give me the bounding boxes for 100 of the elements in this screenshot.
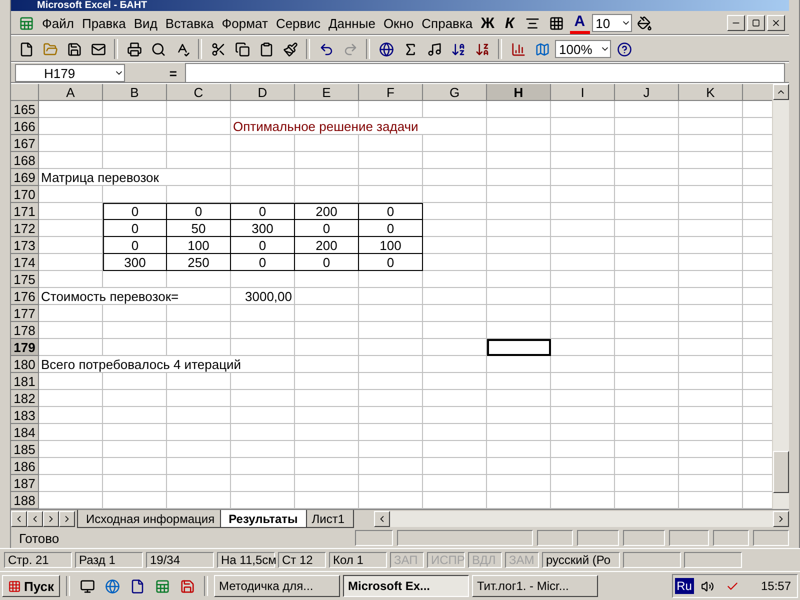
grid-cell[interactable] [295,407,359,424]
grid-cell[interactable] [39,101,103,118]
grid-cell[interactable] [39,475,103,492]
grid-cell[interactable] [295,475,359,492]
row-header[interactable]: 181 [11,373,39,390]
row-header[interactable]: 173 [11,237,39,254]
grid-cell[interactable] [359,424,423,441]
grid-cell[interactable] [103,101,167,118]
grid-cell[interactable] [39,152,103,169]
grid-cell[interactable] [103,339,167,356]
grid-cell[interactable] [615,254,679,271]
grid-cell[interactable] [679,424,743,441]
grid-cell[interactable] [423,135,487,152]
grid-cell[interactable] [295,322,359,339]
grid-cell[interactable] [231,458,295,475]
grid-cell[interactable] [359,271,423,288]
grid-cell[interactable] [167,373,231,390]
row-header[interactable]: 165 [11,101,39,118]
row-header[interactable]: 186 [11,458,39,475]
grid-cell[interactable] [295,390,359,407]
grid-cell[interactable] [615,169,679,186]
grid-cell[interactable] [487,458,551,475]
grid-cell[interactable] [679,169,743,186]
grid-cell[interactable] [487,186,551,203]
grid-cell[interactable] [487,424,551,441]
grid-cell[interactable] [551,407,615,424]
grid-cell[interactable] [679,288,743,305]
row-header[interactable]: 175 [11,271,39,288]
grid-cell[interactable] [615,475,679,492]
grid-cell[interactable] [551,118,615,135]
grid-cell[interactable] [423,271,487,288]
grid-cell[interactable] [551,186,615,203]
grid-cell[interactable] [39,186,103,203]
grid-cell[interactable] [39,492,103,509]
grid-cell[interactable] [423,356,487,373]
grid-cell[interactable] [103,135,167,152]
grid-cell[interactable] [551,322,615,339]
grid-cell[interactable] [103,407,167,424]
grid-cell[interactable] [615,441,679,458]
grid-cell[interactable] [615,186,679,203]
column-header[interactable]: C [167,84,231,101]
close-button[interactable] [767,15,785,31]
menu-item[interactable]: Вставка [162,14,217,32]
grid-cell[interactable] [423,322,487,339]
grid-cell[interactable] [39,271,103,288]
column-header[interactable]: J [615,84,679,101]
grid-cell[interactable] [423,152,487,169]
grid-cell[interactable] [487,305,551,322]
row-header[interactable]: 180 [11,356,39,373]
grid-cell[interactable] [231,373,295,390]
scroll-left-button[interactable] [374,511,390,527]
grid-cell[interactable] [167,407,231,424]
grid-cell[interactable] [615,271,679,288]
grid-cell[interactable] [679,390,743,407]
grid-cell[interactable] [231,152,295,169]
grid-cell[interactable] [487,373,551,390]
grid-cell[interactable] [295,152,359,169]
grid-cell[interactable] [359,101,423,118]
grid-cell[interactable] [167,186,231,203]
grid-cell[interactable] [487,118,551,135]
grid-cell[interactable] [39,424,103,441]
grid-cell[interactable] [103,118,167,135]
grid-cell[interactable] [551,135,615,152]
grid-cell[interactable] [487,356,551,373]
grid-cell[interactable] [103,458,167,475]
grid-cell[interactable] [103,390,167,407]
grid-cell[interactable] [295,288,359,305]
column-header[interactable]: A [39,84,103,101]
grid-cell[interactable] [487,407,551,424]
restore-button[interactable] [747,15,765,31]
column-header[interactable]: B [103,84,167,101]
grid-cell[interactable] [39,441,103,458]
grid-cell[interactable] [39,407,103,424]
grid-cell[interactable] [295,424,359,441]
grid-cell[interactable] [295,339,359,356]
grid-cell[interactable] [423,390,487,407]
zoom-field[interactable]: 100% [555,40,611,58]
grid-cell[interactable] [103,271,167,288]
grid-cell[interactable] [423,186,487,203]
grid-cell[interactable] [359,305,423,322]
grid-cell[interactable] [423,475,487,492]
row-header[interactable]: 169 [11,169,39,186]
grid-cell[interactable] [423,441,487,458]
next-sheet-button[interactable] [43,511,59,527]
grid-cell[interactable] [487,220,551,237]
grid-cell[interactable] [423,458,487,475]
grid-cell[interactable] [615,356,679,373]
grid-cell[interactable] [295,186,359,203]
grid-cell[interactable] [551,288,615,305]
row-header[interactable]: 187 [11,475,39,492]
grid-cell[interactable] [551,339,615,356]
grid-cell[interactable] [615,492,679,509]
grid-cell[interactable] [231,390,295,407]
grid-cell[interactable] [231,271,295,288]
grid-cell[interactable] [679,186,743,203]
grid-cell[interactable] [487,288,551,305]
grid-cell[interactable] [423,339,487,356]
grid-cell[interactable] [39,237,103,254]
grid-cell[interactable] [39,322,103,339]
grid-cell[interactable] [487,322,551,339]
